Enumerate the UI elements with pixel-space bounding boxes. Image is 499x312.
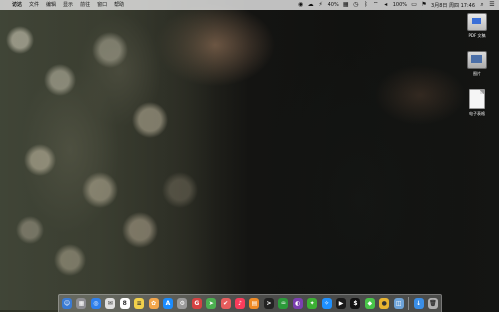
- menu-bar-status: ◉ ☁ ⚡ 40% ▦ ◷ ᛒ ⌔ ◂ 100% ▭ ⚑ 3月8日 周四 17:…: [298, 0, 495, 10]
- dock-activity-monitor-icon[interactable]: ♒: [278, 298, 289, 309]
- bluetooth-icon[interactable]: ᛒ: [363, 2, 369, 8]
- search-icon[interactable]: ⌕: [479, 2, 485, 8]
- clock-icon[interactable]: ◷: [353, 2, 359, 8]
- dock: ☺ ▦ ◎ ✉ 8 ≡ ✿ A ⚙ G ➤ ✔ ♪ ▤ > ♒ ◐ ✦ ✧ ▶ $ ◆ ● ◫ ↓ 🗑: [58, 294, 442, 312]
- dock-photos-icon[interactable]: ✿: [148, 298, 159, 309]
- battery-percent[interactable]: 100%: [393, 2, 407, 8]
- dock-maps-icon[interactable]: ➤: [206, 298, 217, 309]
- dock-app-store-icon[interactable]: A: [162, 298, 173, 309]
- cloud-icon[interactable]: ☁: [308, 2, 314, 8]
- dock-launchpad-icon[interactable]: ▦: [76, 298, 87, 309]
- menu-view[interactable]: 显示: [63, 0, 73, 10]
- volume-icon[interactable]: ◂: [383, 2, 389, 8]
- menu-go[interactable]: 前往: [80, 0, 90, 10]
- dock-separator: [408, 297, 410, 310]
- notification-center-icon[interactable]: ☰: [489, 2, 495, 8]
- dock-finder-icon[interactable]: ☺: [62, 298, 72, 309]
- dock-qq-icon[interactable]: ✧: [321, 298, 332, 309]
- dock-reminders-icon[interactable]: ✔: [220, 298, 231, 309]
- bolt-icon[interactable]: ⚡: [318, 2, 324, 8]
- dock-quicktime-icon[interactable]: ▶: [336, 298, 347, 309]
- dock-chrome-like-icon[interactable]: G: [191, 298, 202, 309]
- pdf-file-icon: [467, 13, 487, 31]
- image-file-icon: [467, 51, 487, 69]
- menu-edit[interactable]: 编辑: [46, 0, 56, 10]
- dock-notes-icon[interactable]: ≡: [134, 298, 145, 309]
- dock-mail-icon[interactable]: ✉: [105, 298, 116, 309]
- dock-chrome-icon[interactable]: ●: [379, 298, 390, 309]
- menu-finder[interactable]: 访达: [12, 0, 22, 10]
- desktop-icon-pdf[interactable]: PDF 文稿: [467, 13, 487, 39]
- desktop-icon-image[interactable]: 图片: [467, 51, 487, 77]
- desktop-wallpaper: [0, 0, 499, 312]
- menu-bar: 访达 文件 编辑 显示 前往 窗口 帮助 ◉ ☁ ⚡ 40% ▦ ◷ ᛒ ⌔ ◂…: [0, 0, 499, 10]
- flag-icon[interactable]: ⚑: [421, 2, 427, 8]
- desktop-icons: PDF 文稿 图片 电子表格: [463, 13, 491, 129]
- dock-photo-booth-icon[interactable]: ◐: [292, 298, 303, 309]
- dock-downloads-icon[interactable]: ↓: [413, 298, 424, 309]
- dock-music-icon[interactable]: ♪: [235, 298, 246, 309]
- menu-file[interactable]: 文件: [29, 0, 39, 10]
- wallpaper-forest: [0, 10, 215, 310]
- dock-iterm-icon[interactable]: $: [350, 298, 361, 309]
- dock-green-app-icon[interactable]: ◆: [364, 298, 375, 309]
- grid-icon[interactable]: ▦: [343, 2, 349, 8]
- dock-books-icon[interactable]: ▤: [249, 298, 260, 309]
- battery-icon[interactable]: ▭: [411, 2, 417, 8]
- desktop-icon-spreadsheet[interactable]: 电子表格: [469, 89, 485, 117]
- document-file-icon: [469, 89, 485, 109]
- dock-system-preferences-icon[interactable]: ⚙: [177, 298, 188, 309]
- desktop-icon-label: 电子表格: [469, 111, 485, 116]
- dock-terminal-icon[interactable]: >: [263, 298, 274, 309]
- dock-calendar-icon[interactable]: 8: [119, 298, 130, 309]
- dock-safari-icon[interactable]: ◎: [90, 298, 101, 309]
- clock-datetime[interactable]: 3月8日 周四 17:46: [431, 2, 475, 9]
- desktop-icon-label: 图片: [473, 71, 481, 76]
- dock-trash-icon[interactable]: 🗑: [427, 298, 438, 309]
- status-percent-mid[interactable]: 40%: [328, 2, 339, 8]
- dock-wechat-icon[interactable]: ✦: [307, 298, 318, 309]
- status-glyph-icon[interactable]: ◉: [298, 2, 304, 8]
- desktop-icon-label: PDF 文稿: [468, 33, 486, 38]
- wifi-icon[interactable]: ⌔: [373, 2, 379, 8]
- menu-window[interactable]: 窗口: [97, 0, 107, 10]
- dock-preview-icon[interactable]: ◫: [393, 298, 404, 309]
- menu-help[interactable]: 帮助: [114, 0, 124, 10]
